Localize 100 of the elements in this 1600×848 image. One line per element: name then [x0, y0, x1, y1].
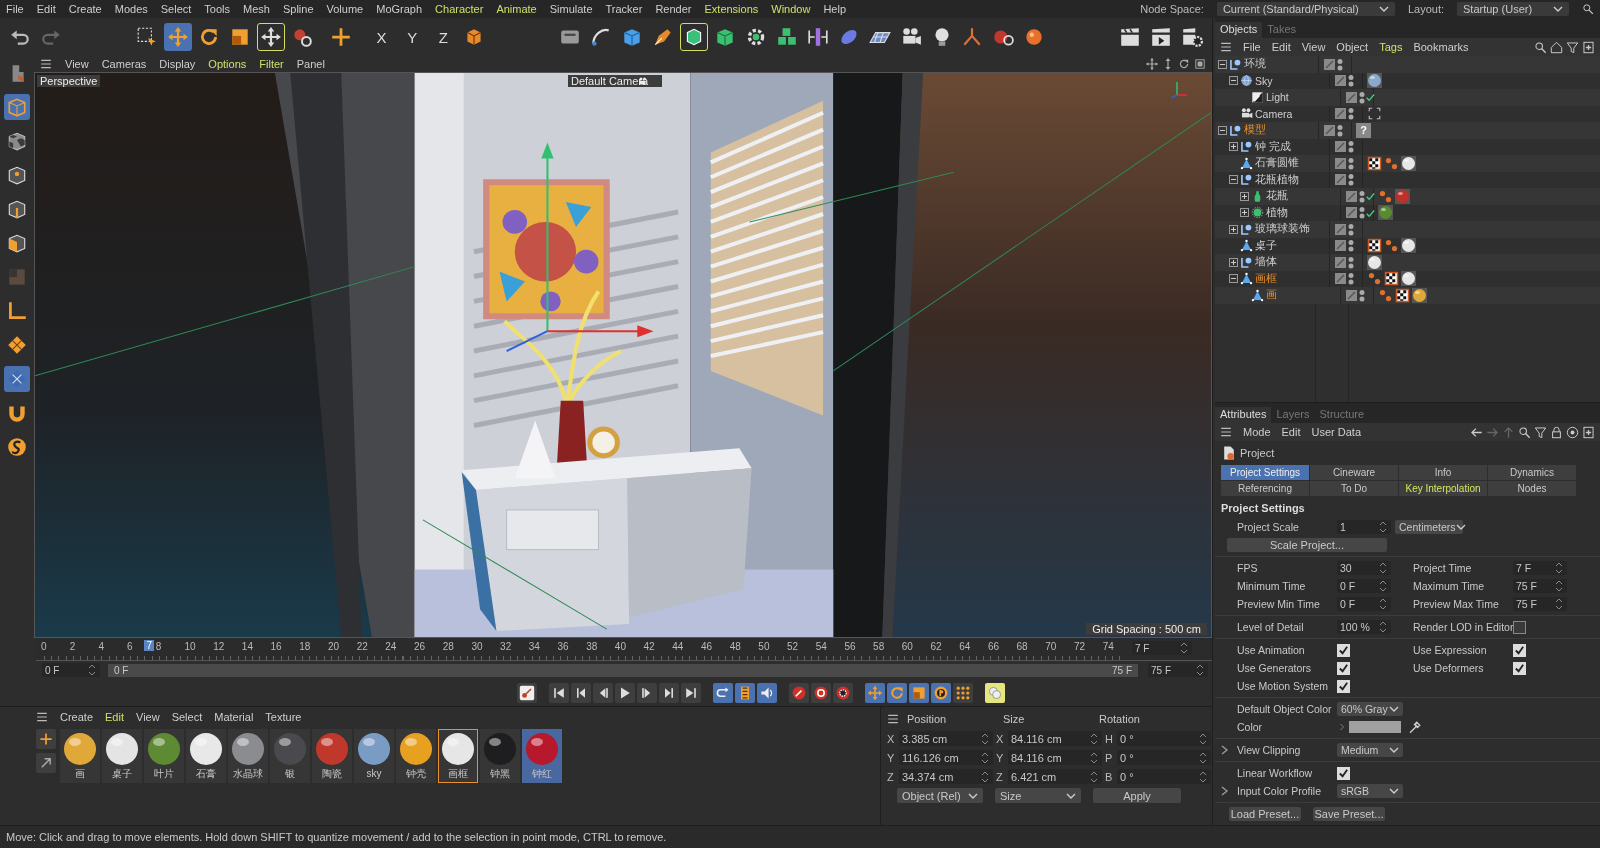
material-swatch[interactable]: 钟黑 [480, 729, 520, 783]
coordinate-field[interactable]: 6.421 cm [1008, 769, 1102, 784]
object-name[interactable]: 花瓶 [1266, 189, 1288, 204]
object-name[interactable]: 石膏圆锥 [1255, 156, 1299, 171]
menu-item[interactable]: Animate [496, 3, 537, 15]
object-name[interactable]: Camera [1255, 107, 1293, 120]
menu-item[interactable]: Render [655, 3, 692, 15]
object-name[interactable]: 墙体 [1255, 255, 1277, 270]
preset-button[interactable]: Save Preset... [1313, 807, 1385, 821]
dropdown[interactable]: Medium [1337, 743, 1403, 757]
axis-lock-button[interactable]: Y [398, 23, 427, 51]
object-name[interactable]: 桌子 [1255, 238, 1277, 253]
preview-range-slider[interactable]: 0 F 75 F [108, 663, 1138, 677]
menu-item[interactable]: Tracker [605, 3, 643, 15]
material-swatch[interactable]: 画 [60, 729, 100, 783]
viewport-menu-item[interactable]: Options [208, 58, 247, 70]
number-field[interactable]: 100 % [1337, 620, 1391, 634]
menu-item[interactable]: Edit [36, 3, 56, 15]
object-name[interactable]: 画 [1266, 288, 1277, 303]
panel-tab[interactable]: Attributes [1215, 407, 1272, 423]
playhead[interactable]: 7 [144, 640, 154, 651]
mode-dropdown[interactable]: Object (Rel) [897, 788, 983, 803]
menu-item[interactable]: Window [771, 3, 811, 15]
viewport-menu-item[interactable]: Panel [296, 58, 325, 70]
material-swatch[interactable]: sky [354, 729, 394, 783]
objects-menu-item[interactable]: Bookmarks [1413, 41, 1469, 53]
coordinate-field[interactable]: 84.116 cm [1008, 731, 1102, 746]
menu-item[interactable]: Select [160, 3, 192, 15]
start-frame-field[interactable]: 0 F [42, 663, 100, 677]
objects-menu-item[interactable]: Edit [1271, 41, 1291, 53]
axis-lock-button[interactable]: X [367, 23, 396, 51]
coordinate-field[interactable]: 84.116 cm [1008, 750, 1102, 765]
material-swatch[interactable]: 叶片 [144, 729, 184, 783]
panel-tab[interactable]: Objects [1215, 22, 1263, 38]
settings-tab[interactable]: Info [1399, 465, 1487, 480]
coordinate-field[interactable]: 0 ° [1117, 731, 1211, 746]
number-field[interactable]: 30 [1337, 561, 1391, 575]
material-menu-item[interactable]: Create [60, 711, 94, 723]
settings-tab[interactable]: Key Interpolation [1399, 481, 1487, 496]
attributes-menu-item[interactable]: User Data [1311, 426, 1362, 438]
coordinate-field[interactable]: 0 ° [1117, 750, 1211, 765]
viewport-menu-item[interactable]: Display [159, 58, 196, 70]
settings-tab[interactable]: Dynamics [1488, 465, 1576, 480]
settings-tab[interactable]: Cineware [1310, 465, 1398, 480]
material-menu-item[interactable]: View [136, 711, 160, 723]
dropdown[interactable]: sRGB [1337, 784, 1403, 798]
coordinate-field[interactable]: 34.374 cm [899, 769, 993, 784]
viewport-menu-item[interactable]: View [65, 58, 89, 70]
coordinate-field[interactable]: 116.126 cm [899, 750, 993, 765]
preset-button[interactable]: Load Preset... [1229, 807, 1301, 821]
object-name[interactable]: 画框 [1255, 271, 1277, 286]
material-swatch[interactable]: 画框 [438, 729, 478, 783]
node-space-dropdown[interactable]: Current (Standard/Physical) [1216, 2, 1395, 16]
end-frame-field[interactable]: 75 F [1148, 663, 1208, 677]
object-name[interactable]: 植物 [1266, 205, 1288, 220]
axis-lock-button[interactable]: Z [429, 23, 458, 51]
unit-dropdown[interactable]: Centimeters [1395, 520, 1463, 534]
material-swatch[interactable]: 银 [270, 729, 310, 783]
coordinate-field[interactable]: 3.385 cm [899, 731, 993, 746]
menu-item[interactable]: File [6, 3, 24, 15]
material-swatch[interactable]: 钟壳 [396, 729, 436, 783]
menu-item[interactable]: Character [435, 3, 484, 15]
menu-item[interactable]: Tools [204, 3, 231, 15]
object-name[interactable]: 环境 [1244, 57, 1266, 72]
number-field[interactable]: 75 F [1513, 597, 1567, 611]
settings-tab[interactable]: To Do [1310, 481, 1398, 496]
mode-dropdown[interactable]: Size [995, 788, 1081, 803]
menu-item[interactable]: MoGraph [376, 3, 423, 15]
number-field[interactable]: 0 F [1337, 579, 1391, 593]
material-menu-item[interactable]: Texture [265, 711, 302, 723]
number-field[interactable]: 75 F [1513, 579, 1567, 593]
material-menu-item[interactable]: Material [214, 711, 254, 723]
menu-item[interactable]: Simulate [549, 3, 593, 15]
dropdown[interactable]: 60% Gray [1337, 702, 1403, 716]
objects-menu-item[interactable]: File [1243, 41, 1261, 53]
menu-item[interactable]: Create [68, 3, 102, 15]
objects-menu-item[interactable]: Object [1336, 41, 1369, 53]
menu-item[interactable]: Extensions [704, 3, 759, 15]
number-field[interactable]: 0 F [1337, 597, 1391, 611]
unknown-tag[interactable]: ? [1356, 122, 1371, 138]
number-field[interactable]: 7 F [1513, 561, 1567, 575]
material-swatch[interactable]: 钟红 [522, 729, 562, 783]
menu-item[interactable]: Spline [282, 3, 314, 15]
current-frame-field[interactable]: 7 F [1132, 641, 1192, 655]
attributes-menu-item[interactable]: Edit [1281, 426, 1301, 438]
settings-tab[interactable]: Referencing [1221, 481, 1309, 496]
menu-item[interactable]: Help [823, 3, 847, 15]
layout-dropdown[interactable]: Startup (User) [1457, 2, 1569, 16]
material-menu-item[interactable]: Select [171, 711, 203, 723]
objects-menu-item[interactable]: Tags [1379, 41, 1403, 53]
material-swatch[interactable]: 水晶球 [228, 729, 268, 783]
number-field[interactable]: 1 [1337, 520, 1391, 534]
settings-tab[interactable]: Nodes [1488, 481, 1576, 496]
viewport-menu-item[interactable]: Cameras [101, 58, 147, 70]
coordinate-field[interactable]: 0 ° [1117, 769, 1211, 784]
material-swatch[interactable]: 桌子 [102, 729, 142, 783]
scale-project-button[interactable]: Scale Project... [1227, 538, 1387, 552]
material-swatch[interactable]: 石膏 [186, 729, 226, 783]
material-menu-item[interactable]: Edit [105, 711, 124, 723]
object-name[interactable]: 花瓶植物 [1255, 172, 1299, 187]
